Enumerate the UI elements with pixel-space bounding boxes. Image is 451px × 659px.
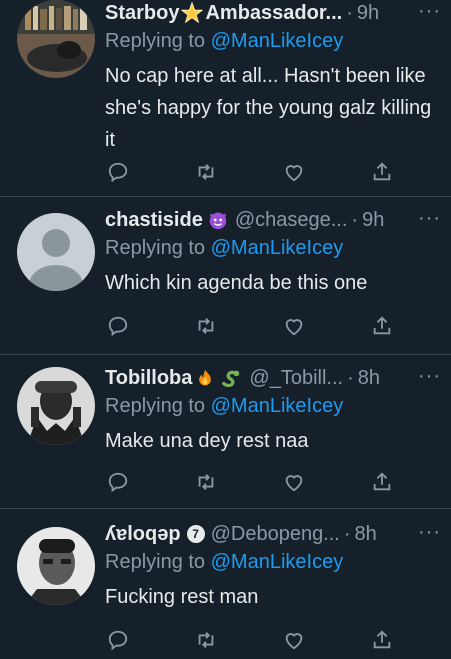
more-icon[interactable]: ··· <box>418 207 441 230</box>
timestamp[interactable]: 9h <box>357 0 379 26</box>
tweet-text: Make una dey rest naa <box>105 430 309 452</box>
mention-link[interactable]: @ManLikeIcey <box>211 30 344 52</box>
fire-emoji-icon <box>199 369 212 386</box>
replying-to: Replying to @ManLikeIcey <box>105 393 441 419</box>
number-seven-badge-icon: 7 <box>186 525 205 543</box>
reply-icon[interactable] <box>105 313 131 339</box>
share-icon[interactable] <box>369 469 395 495</box>
share-icon[interactable] <box>369 627 395 653</box>
tweet-text: Which kin agenda be this one <box>105 272 368 294</box>
replying-label: Replying to <box>105 551 211 573</box>
tweet-actions <box>105 159 395 185</box>
replying-to: Replying to @ManLikeIcey <box>105 235 441 261</box>
more-icon[interactable]: ··· <box>418 521 441 544</box>
tweet-actions <box>105 627 395 653</box>
mention-link[interactable]: @ManLikeIcey <box>211 395 344 417</box>
display-name[interactable]: Tobilloba <box>105 365 192 391</box>
share-icon[interactable] <box>369 159 395 185</box>
display-name[interactable]: chastiside <box>105 207 203 233</box>
more-icon[interactable]: ··· <box>418 365 441 388</box>
tweet-header: ʎɐloqəp 7 @Debopeng... · 8h <box>105 521 441 547</box>
avatar[interactable] <box>17 527 95 605</box>
tweet-actions <box>105 313 395 339</box>
share-icon[interactable] <box>369 313 395 339</box>
separator-dot: · <box>343 523 351 545</box>
timestamp[interactable]: 8h <box>358 365 380 391</box>
retweet-icon[interactable] <box>193 627 219 653</box>
retweet-icon[interactable] <box>193 313 219 339</box>
separator-dot: · <box>351 209 359 231</box>
star-emoji-icon <box>181 2 204 24</box>
retweet-icon[interactable] <box>193 469 219 495</box>
like-icon[interactable] <box>281 627 307 653</box>
tweet-text: No cap here at all... Hasn't been like s… <box>105 65 432 151</box>
tweet[interactable]: ʎɐloqəp 7 @Debopeng... · 8h ··· Replying… <box>0 509 451 659</box>
replying-to: Replying to @ManLikeIcey <box>105 549 441 575</box>
mention-link[interactable]: @ManLikeIcey <box>211 237 344 259</box>
like-icon[interactable] <box>281 313 307 339</box>
reply-icon[interactable] <box>105 159 131 185</box>
mention-link[interactable]: @ManLikeIcey <box>211 551 344 573</box>
tweet-text: Fucking rest man <box>105 586 259 608</box>
replying-label: Replying to <box>105 395 211 417</box>
user-handle[interactable]: @Debopeng... <box>211 521 340 547</box>
tweet-header: Tobilloba @_Tobill... · 8h <box>105 365 441 391</box>
tweet-header: chastiside @chasege... · 9h <box>105 207 441 233</box>
tweet[interactable]: Starboy Ambassador... · 9h ··· Replying … <box>0 0 451 197</box>
like-icon[interactable] <box>281 469 307 495</box>
reply-feed: Starboy Ambassador... · 9h ··· Replying … <box>0 0 451 651</box>
display-name[interactable]: Starboy <box>105 0 179 26</box>
separator-dot: · <box>346 2 353 24</box>
tweet-header: Starboy Ambassador... · 9h <box>105 0 441 26</box>
separator-dot: · <box>347 367 354 389</box>
devil-emoji-icon <box>209 212 227 230</box>
display-name-suffix[interactable]: Ambassador... <box>205 0 342 26</box>
user-handle[interactable]: @_Tobill... <box>249 365 343 391</box>
avatar[interactable] <box>17 367 95 445</box>
replying-to: Replying to @ManLikeIcey <box>105 28 441 54</box>
user-handle[interactable]: @chasege... <box>235 207 348 233</box>
tweet[interactable]: chastiside @chasege... · 9h ··· Replying… <box>0 197 451 355</box>
avatar[interactable] <box>17 213 95 291</box>
timestamp[interactable]: 9h <box>362 207 384 233</box>
replying-label: Replying to <box>105 237 211 259</box>
retweet-icon[interactable] <box>193 159 219 185</box>
snake-emoji-icon <box>222 370 240 388</box>
more-icon[interactable]: ··· <box>418 0 441 23</box>
like-icon[interactable] <box>281 159 307 185</box>
reply-icon[interactable] <box>105 469 131 495</box>
display-name[interactable]: ʎɐloqəp <box>105 521 181 547</box>
avatar[interactable] <box>17 0 95 78</box>
tweet[interactable]: Tobilloba @_Tobill... · 8h ··· Replying … <box>0 355 451 509</box>
replying-label: Replying to <box>105 30 211 52</box>
timestamp[interactable]: 8h <box>355 521 377 547</box>
reply-icon[interactable] <box>105 627 131 653</box>
tweet-actions <box>105 469 395 495</box>
